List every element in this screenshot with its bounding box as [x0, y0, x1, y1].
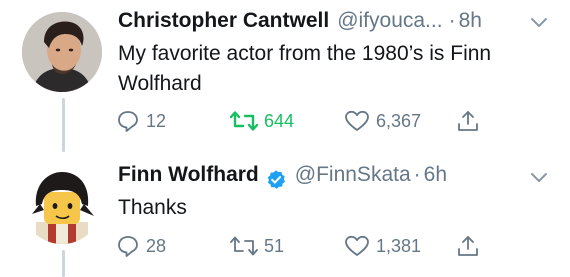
- share-button[interactable]: [456, 234, 480, 258]
- author-handle[interactable]: @ifyouca...: [337, 9, 442, 33]
- author-handle[interactable]: @FinnSkata: [295, 163, 411, 187]
- tweet-header: Finn Wolfhard @FinnSkata · 6h: [118, 163, 447, 193]
- chevron-down-icon[interactable]: [530, 172, 548, 184]
- tweet-text: My favorite actor from the 1980’s is Fin…: [118, 42, 492, 95]
- reply-icon: [118, 236, 138, 257]
- thread-line-top: [62, 98, 65, 152]
- share-button[interactable]: [456, 109, 480, 133]
- reply-button[interactable]: 12: [116, 109, 166, 133]
- reply-count: 28: [146, 235, 167, 256]
- like-icon: [345, 235, 369, 256]
- tweet-separator: ·: [448, 9, 456, 32]
- reply-icon: [118, 111, 138, 132]
- like-button[interactable]: 6,367: [344, 109, 421, 133]
- tweet-actions: 12 644 6,367: [116, 109, 496, 135]
- tweet-header: Christopher Cantwell @ifyouca... · 8h: [118, 9, 482, 39]
- retweet-count: 51: [264, 235, 285, 256]
- author-name[interactable]: Christopher Cantwell: [118, 9, 329, 33]
- retweet-button[interactable]: 644: [230, 109, 294, 133]
- tweet-text: Thanks: [118, 196, 187, 219]
- chevron-down-icon[interactable]: [530, 17, 548, 29]
- retweet-icon: [230, 236, 258, 256]
- reply-count: 12: [146, 110, 167, 131]
- avatar-photo: [22, 12, 102, 92]
- like-icon: [345, 110, 369, 131]
- avatar[interactable]: [22, 12, 102, 92]
- like-count: 1,381: [376, 235, 422, 256]
- tweet-time[interactable]: 6h: [424, 163, 447, 187]
- avatar-lego-figure: [22, 164, 102, 244]
- thread-line-bottom: [62, 250, 65, 277]
- tweet-separator: ·: [413, 163, 421, 186]
- retweet-button[interactable]: 51: [230, 234, 284, 258]
- tweet-time[interactable]: 8h: [459, 9, 482, 33]
- retweet-count: 644: [264, 110, 295, 131]
- share-icon: [458, 236, 478, 256]
- verified-badge-icon: [267, 170, 285, 189]
- reply-button[interactable]: 28: [116, 234, 166, 258]
- retweet-icon: [230, 111, 258, 131]
- tweet-actions: 28 51 1,381: [116, 234, 496, 260]
- avatar[interactable]: [22, 164, 102, 244]
- like-count: 6,367: [376, 110, 422, 131]
- author-name[interactable]: Finn Wolfhard: [118, 163, 259, 187]
- share-icon: [458, 111, 478, 131]
- like-button[interactable]: 1,381: [344, 234, 421, 258]
